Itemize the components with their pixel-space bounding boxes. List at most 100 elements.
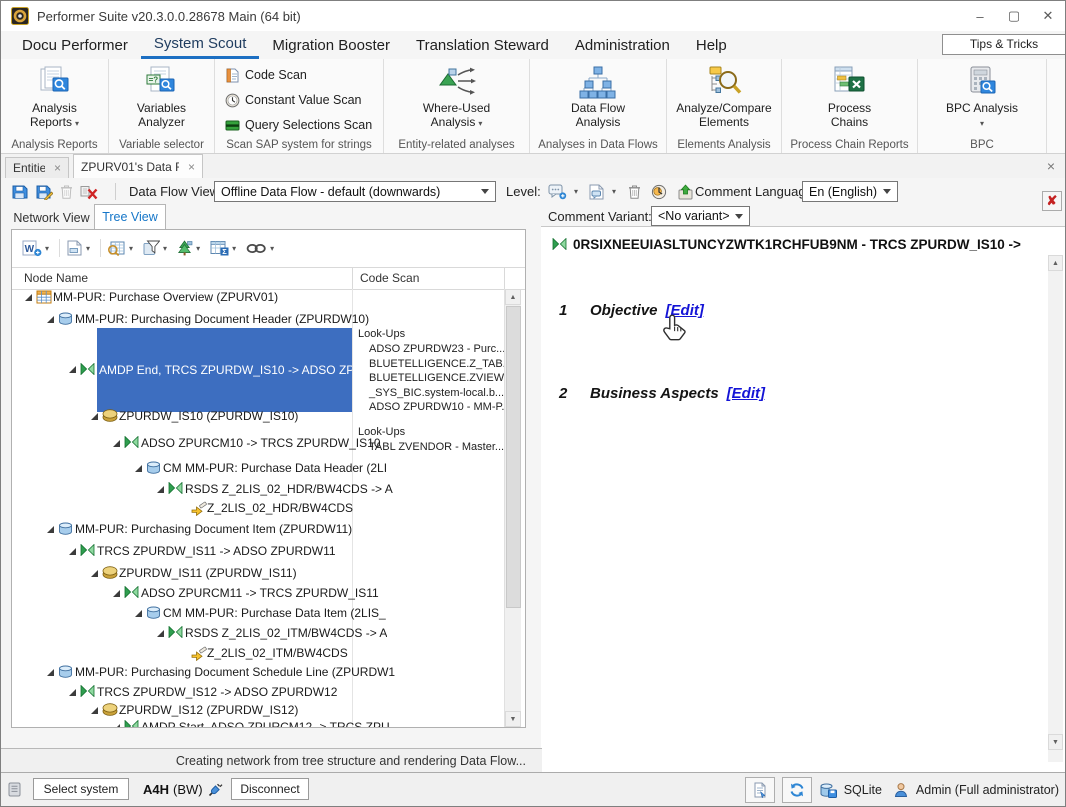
expander-icon[interactable]	[134, 464, 143, 473]
comment-history-button[interactable]	[651, 184, 668, 200]
close-icon[interactable]: ×	[54, 161, 61, 175]
tree-row[interactable]: AMDP Start, ADSO ZPURCM12 -> TRCS ZPU	[12, 719, 352, 727]
expander-icon[interactable]	[112, 589, 121, 598]
menu-item-migration-booster[interactable]: Migration Booster	[259, 31, 403, 59]
detail-scrollbar[interactable]: ▲ ▼	[1048, 255, 1063, 762]
expander-icon[interactable]	[90, 412, 99, 421]
tree-row[interactable]: RSDS Z_2LIS_02_HDR/BW4CDS -> A	[12, 481, 352, 497]
ribbon-button-variables-analyzer[interactable]: =?VariablesAnalyzer	[109, 63, 214, 129]
tree-row[interactable]: RSDS Z_2LIS_02_ITM/BW4CDS -> A	[12, 625, 352, 641]
close-document-area-icon[interactable]: ×	[1047, 158, 1055, 174]
tree-row[interactable]: MM-PUR: Purchasing Document Item (ZPURDW…	[12, 521, 352, 537]
data-flow-view-select[interactable]: Offline Data Flow - default (downwards)	[214, 181, 496, 202]
disconnect-button[interactable]: Disconnect	[231, 778, 309, 800]
add-comment-button[interactable]	[548, 183, 567, 200]
ribbon-button-constant-value-scan[interactable]: Constant Value Scan	[225, 89, 362, 111]
expander-icon[interactable]	[90, 706, 99, 715]
tree-row[interactable]: AMDP End, TRCS ZPURDW_IS10 -> ADSO ZPURD…	[12, 328, 352, 412]
expander-icon[interactable]	[112, 439, 121, 448]
expander-icon[interactable]	[46, 525, 55, 534]
expander-icon[interactable]	[46, 668, 55, 677]
comment-document-button[interactable]	[588, 184, 605, 200]
ribbon-button-analysis-reports[interactable]: AnalysisReports▾	[1, 63, 108, 131]
scroll-up-icon[interactable]: ▲	[1048, 255, 1063, 271]
tree-row[interactable]: ZPURDW_IS12 (ZPURDW_IS12)	[12, 702, 352, 718]
expander-icon[interactable]	[46, 315, 55, 324]
filter-button[interactable]: ▾	[143, 240, 167, 256]
report-button[interactable]	[745, 777, 775, 803]
tree-row[interactable]: MM-PUR: Purchasing Document Header (ZPUR…	[12, 311, 352, 327]
chevron-down-icon[interactable]: ▾	[574, 187, 578, 196]
menu-item-translation-steward[interactable]: Translation Steward	[403, 31, 562, 59]
ribbon-button-analyze-compare-elements[interactable]: Analyze/CompareElements	[667, 63, 781, 129]
ribbon-button-query-selections-scan[interactable]: Query Selections Scan	[225, 114, 372, 136]
export-document-button[interactable]: ▾	[66, 240, 90, 256]
scroll-down-icon[interactable]: ▼	[1048, 734, 1063, 750]
maximize-button[interactable]: ▢	[997, 1, 1031, 31]
refresh-button[interactable]	[782, 777, 812, 803]
expander-icon[interactable]	[90, 569, 99, 578]
expander-icon[interactable]	[68, 547, 77, 556]
ribbon-button-where-used-analysis[interactable]: Where-UsedAnalysis▾	[384, 63, 529, 131]
comment-variant-select[interactable]: <No variant>	[651, 206, 750, 226]
tree-row[interactable]: ZPURDW_IS11 (ZPURDW_IS11)	[12, 565, 352, 581]
tree-node-label[interactable]: AMDP End, TRCS ZPURDW_IS10 -> ADSO ZPURD…	[97, 328, 352, 412]
export-word-button[interactable]: W▾	[22, 240, 49, 257]
tree-row[interactable]: MM-PUR: Purchase Overview (ZPURV01)	[12, 289, 352, 305]
ribbon-button-bpc-analysis[interactable]: BPC Analysis▾	[918, 63, 1046, 131]
tree-options-button[interactable]: ▾	[177, 240, 200, 256]
tree-row[interactable]: TRCS ZPURDW_IS11 -> ADSO ZPURDW11	[12, 543, 352, 559]
scroll-down-icon[interactable]: ▼	[505, 711, 521, 727]
expander-icon[interactable]	[24, 293, 33, 302]
menu-item-help[interactable]: Help	[683, 31, 740, 59]
menu-item-system-scout[interactable]: System Scout	[141, 31, 260, 59]
comment-language-select[interactable]: En (English)	[802, 181, 898, 202]
minimize-button[interactable]: –	[963, 1, 997, 31]
tree-row[interactable]: MM-PUR: Purchasing Document Schedule Lin…	[12, 664, 352, 680]
scroll-up-icon[interactable]: ▲	[505, 289, 521, 305]
delete-button[interactable]	[60, 184, 73, 199]
expander-icon[interactable]	[68, 365, 77, 374]
expander-icon[interactable]	[156, 629, 165, 638]
tree-row[interactable]: Z_2LIS_02_ITM/BW4CDS	[12, 645, 352, 661]
document-tab-zpurv01-s-data-flow[interactable]: ZPURV01's Data Flow×	[73, 154, 203, 178]
scrollbar-thumb[interactable]	[506, 306, 521, 608]
save-button[interactable]	[11, 184, 28, 200]
tree-row[interactable]: CM MM-PUR: Purchase Data Header (2LI	[12, 460, 352, 476]
tree-row[interactable]: Z_2LIS_02_HDR/BW4CDS	[12, 500, 352, 516]
table-columns-button[interactable]: Σ▾	[210, 240, 236, 256]
tree-row[interactable]: TRCS ZPURDW_IS12 -> ADSO ZPURDW12	[12, 684, 352, 700]
remove-data-flow-button[interactable]	[80, 184, 98, 200]
tree-row[interactable]: CM MM-PUR: Purchase Data Item (2LIS_	[12, 605, 352, 621]
tab-tree-view[interactable]: Tree View	[94, 204, 166, 229]
save-as-button[interactable]	[35, 184, 53, 200]
select-system-button[interactable]: Select system	[33, 778, 129, 800]
tips-and-tricks-button[interactable]: Tips & Tricks	[942, 34, 1066, 55]
delete-comment-button[interactable]	[628, 184, 641, 199]
ribbon-button-data-flow-analysis[interactable]: Data FlowAnalysis	[530, 63, 666, 129]
table-search-button[interactable]: ▾	[107, 240, 133, 257]
system-list-icon[interactable]	[7, 781, 23, 798]
ribbon-button-code-scan[interactable]: Code Scan	[225, 64, 307, 86]
chevron-down-icon[interactable]: ▾	[612, 187, 616, 196]
tree-scrollbar[interactable]: ▲ ▼	[504, 289, 521, 727]
expander-icon[interactable]	[112, 723, 121, 727]
column-header-node-name[interactable]: Node Name	[24, 271, 88, 285]
link-button[interactable]: ▾	[246, 242, 274, 255]
menu-item-administration[interactable]: Administration	[562, 31, 683, 59]
close-button[interactable]: ✕	[1031, 1, 1065, 31]
export-comment-button[interactable]	[678, 184, 693, 200]
expander-icon[interactable]	[134, 609, 143, 618]
tree-row[interactable]: ZPURDW_IS10 (ZPURDW_IS10)	[12, 408, 352, 424]
document-tab-entities[interactable]: Entities×	[5, 157, 69, 178]
tab-network-view[interactable]: Network View	[9, 206, 94, 229]
expander-icon[interactable]	[156, 485, 165, 494]
edit-link[interactable]: [Edit]	[727, 385, 765, 402]
tree-row[interactable]: ADSO ZPURCM10 -> TRCS ZPURDW_IS10	[12, 435, 352, 451]
ribbon-button-process-chains[interactable]: ProcessChains	[782, 63, 917, 129]
column-header-code-scan[interactable]: Code Scan	[360, 271, 419, 285]
close-icon[interactable]: ×	[188, 160, 195, 174]
expander-icon[interactable]	[68, 688, 77, 697]
tree-row[interactable]: ADSO ZPURCM11 -> TRCS ZPURDW_IS11	[12, 585, 352, 601]
menu-item-docu-performer[interactable]: Docu Performer	[9, 31, 141, 59]
